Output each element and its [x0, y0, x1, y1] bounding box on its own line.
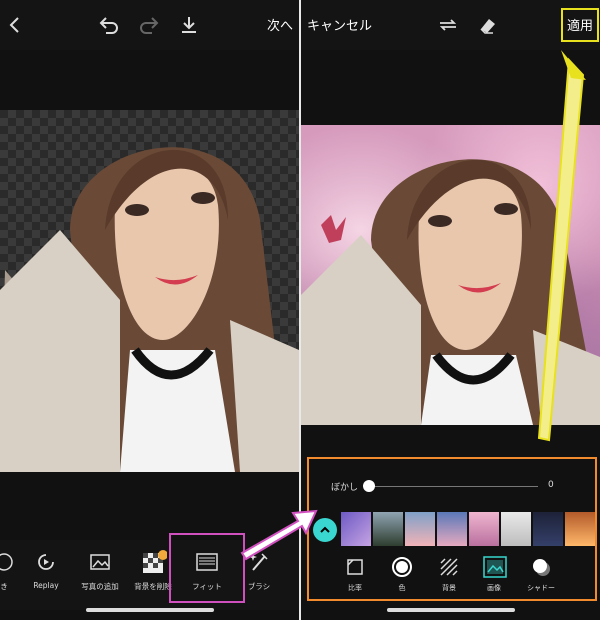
option-image-label: 画像 [487, 584, 501, 592]
thumbnail[interactable] [565, 512, 595, 546]
tool-add-photo[interactable]: 写真の追加 [70, 550, 130, 592]
partial-tool-icon [0, 550, 16, 574]
yellow-arrow-annotation [537, 50, 586, 442]
thumbnail[interactable] [341, 512, 371, 546]
home-indicator [85, 608, 214, 612]
chevron-up-icon [320, 526, 330, 533]
blur-slider-knob[interactable] [363, 480, 375, 492]
thumbnail[interactable] [501, 512, 531, 546]
pattern-icon [438, 556, 460, 578]
option-color-label: 色 [398, 584, 406, 592]
swap-icon[interactable] [435, 12, 461, 38]
download-icon[interactable] [176, 12, 202, 38]
background-thumbnails [341, 512, 600, 546]
option-color[interactable]: 色 [378, 556, 426, 593]
back-icon[interactable] [2, 12, 28, 38]
eraser-icon[interactable] [475, 12, 501, 38]
thumbnail[interactable] [437, 512, 467, 546]
thumbnail[interactable] [405, 512, 435, 546]
white-arrow-annotation [240, 509, 318, 561]
cutout-photo [0, 110, 299, 472]
add-photo-icon [88, 550, 112, 574]
ratio-icon [344, 556, 366, 578]
right-screen: キャンセル 適用 ぼかし 0 比率 色 背景 画像 シャドー [301, 0, 600, 620]
tool-replay[interactable]: Replay [16, 550, 76, 590]
right-top-bar: キャンセル 適用 [301, 0, 600, 50]
home-indicator [386, 608, 515, 612]
blur-label: ぼかし [331, 483, 359, 493]
option-shadow-label: シャドー [527, 584, 555, 592]
option-ratio[interactable]: 比率 [331, 556, 379, 593]
fit-highlight-box [169, 533, 245, 603]
apply-highlight-box [561, 8, 599, 42]
option-image[interactable]: 画像 [470, 556, 518, 593]
thumbnail[interactable] [373, 512, 403, 546]
tool-add-photo-label: 写真の追加 [81, 582, 119, 591]
cancel-button[interactable]: キャンセル [307, 15, 372, 34]
blur-value: 0 [548, 480, 554, 490]
remove-background-icon [141, 550, 168, 574]
replay-icon [34, 550, 58, 574]
next-button[interactable]: 次へ [267, 15, 293, 34]
color-icon [391, 556, 413, 578]
tool-replay-label: Replay [33, 581, 59, 590]
left-top-bar: 次へ [0, 0, 299, 50]
option-ratio-label: 比率 [348, 584, 362, 592]
option-shadow[interactable]: シャドー [517, 556, 565, 593]
blur-slider-track[interactable] [370, 486, 538, 487]
thumbnail[interactable] [533, 512, 563, 546]
image-icon [483, 556, 507, 578]
shadow-icon [530, 556, 552, 578]
undo-icon[interactable] [96, 12, 122, 38]
redo-icon[interactable] [136, 12, 162, 38]
option-background-label: 背景 [442, 584, 456, 592]
thumbnail[interactable] [469, 512, 499, 546]
option-background[interactable]: 背景 [425, 556, 473, 593]
